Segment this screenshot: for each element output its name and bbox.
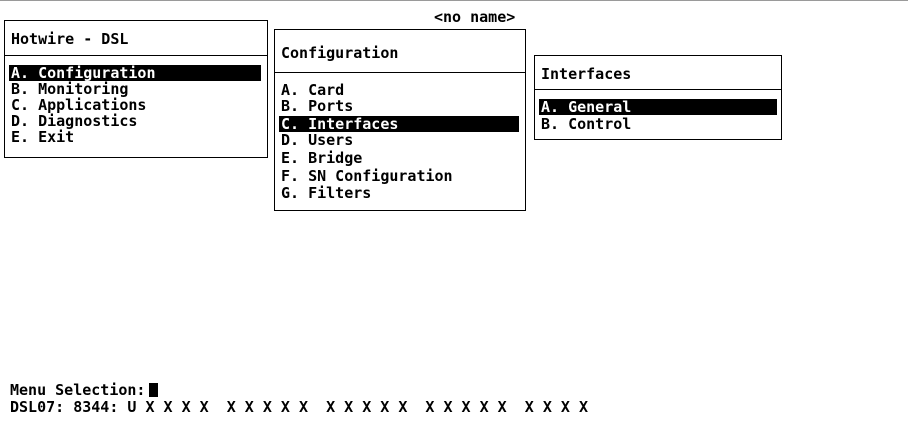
main-menu-panel: Hotwire - DSL A. Configuration B. Monito… (4, 20, 268, 158)
interfaces-menu-divider (535, 89, 781, 90)
text-cursor (149, 383, 159, 397)
menu-item-applications[interactable]: C. Applications (9, 97, 146, 113)
interfaces-menu-title: Interfaces (541, 65, 632, 83)
menu-item-bridge[interactable]: E. Bridge (279, 150, 362, 166)
menu-selection-prompt[interactable]: Menu Selection: (10, 381, 159, 399)
menu-item-filters[interactable]: G. Filters (279, 185, 371, 201)
main-menu-divider (5, 55, 267, 56)
main-menu-title: Hotwire - DSL (11, 30, 129, 48)
menu-item-interfaces[interactable]: C. Interfaces (279, 116, 519, 132)
interfaces-menu-panel: Interfaces A. General B. Control (534, 55, 782, 140)
status-line: DSL07: 8344: U X X X X X X X X X X X X X… (10, 398, 588, 416)
menu-item-ports[interactable]: B. Ports (279, 98, 353, 114)
menu-item-configuration[interactable]: A. Configuration (9, 65, 261, 81)
menu-item-users[interactable]: D. Users (279, 132, 353, 148)
prompt-label: Menu Selection: (10, 381, 146, 399)
top-border (0, 0, 908, 1)
configuration-menu-divider (275, 72, 525, 73)
menu-item-card[interactable]: A. Card (279, 82, 344, 98)
configuration-menu-panel: Configuration A. Card B. Ports C. Interf… (274, 29, 526, 211)
menu-item-sn-configuration[interactable]: F. SN Configuration (279, 168, 453, 184)
screen-title: <no name> (434, 8, 516, 26)
menu-item-general[interactable]: A. General (539, 99, 777, 115)
menu-item-exit[interactable]: E. Exit (9, 129, 74, 145)
menu-item-diagnostics[interactable]: D. Diagnostics (9, 113, 137, 129)
menu-item-control[interactable]: B. Control (539, 116, 631, 132)
configuration-menu-title: Configuration (281, 44, 399, 62)
menu-item-monitoring[interactable]: B. Monitoring (9, 81, 128, 97)
